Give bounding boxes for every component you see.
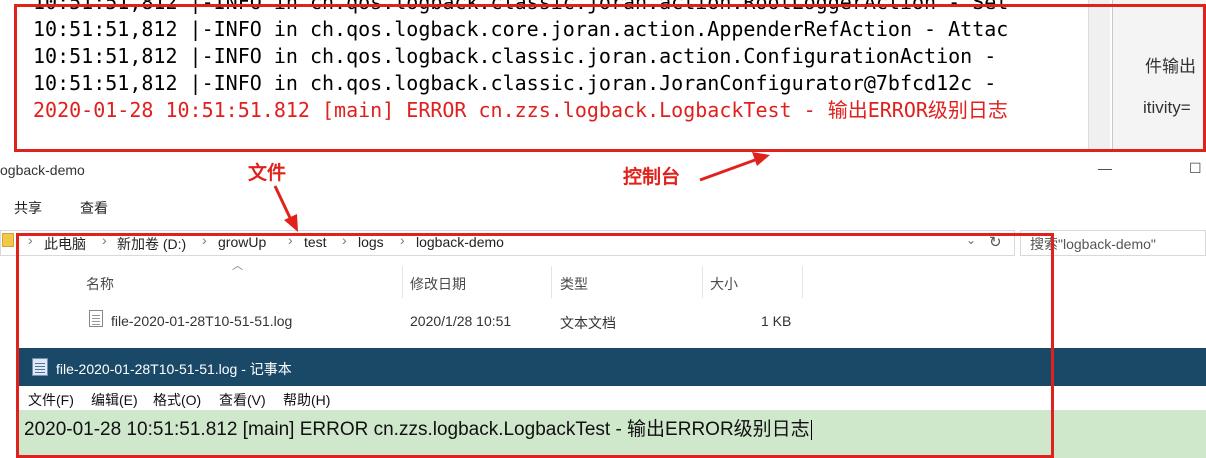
console-annotation-label: 控制台 (623, 167, 681, 188)
ribbon-tab-share[interactable]: 共享 (14, 198, 42, 218)
minimize-button[interactable]: — (1098, 160, 1112, 176)
maximize-button[interactable]: ☐ (1189, 160, 1202, 177)
folder-icon (2, 233, 14, 247)
file-highlight-box (16, 233, 1054, 458)
screenshot-root: 10:51:51,812 |-INFO in ch.qos.logback.cl… (0, 0, 1206, 458)
file-annotation-label: 文件 (248, 163, 287, 184)
window-title: ogback-demo (0, 162, 85, 178)
ribbon-tab-view[interactable]: 查看 (80, 198, 108, 218)
console-highlight-box (14, 4, 1206, 152)
